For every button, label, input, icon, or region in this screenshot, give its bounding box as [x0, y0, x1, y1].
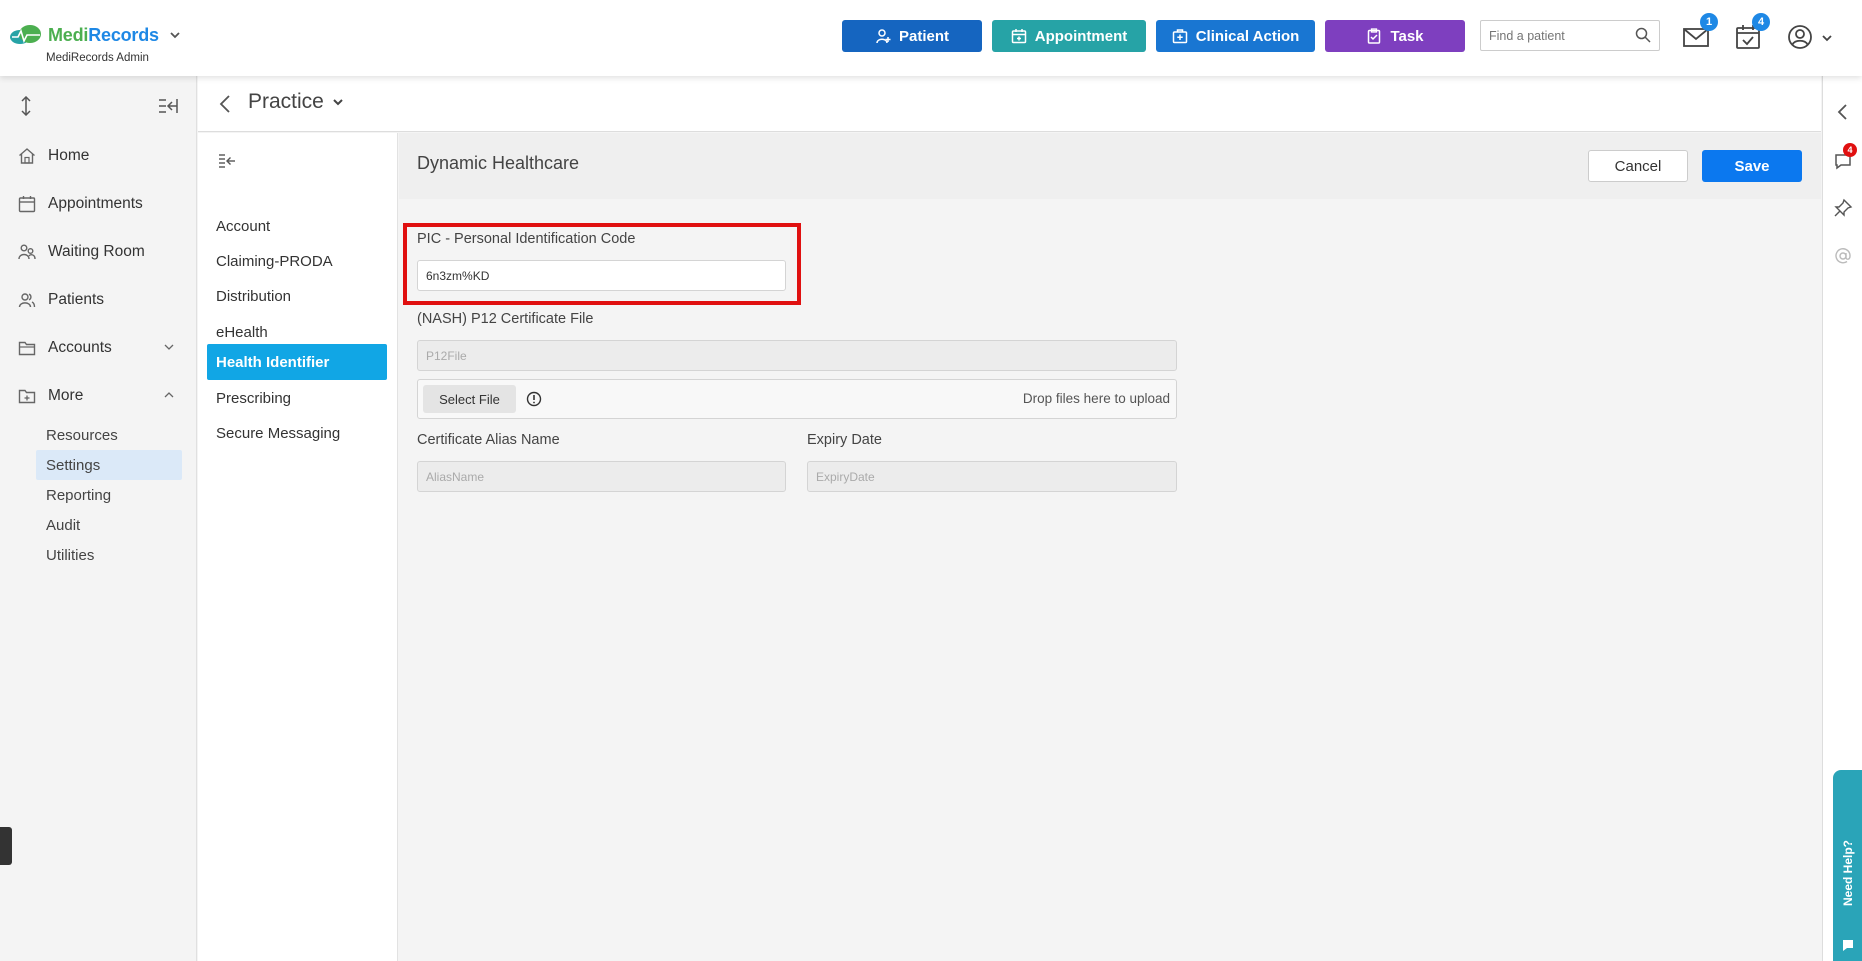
home-icon [19, 148, 35, 164]
sidebar-subitem-settings[interactable]: Settings [36, 450, 182, 480]
app-logo[interactable]: MediRecords [8, 24, 181, 46]
resize-vertical-icon[interactable] [19, 96, 33, 116]
cancel-button[interactable]: Cancel [1588, 150, 1688, 182]
sidebar-item-accounts[interactable]: Accounts [0, 324, 196, 372]
messages-badge: 1 [1700, 13, 1718, 31]
settings-nav-health-identifier[interactable]: Health Identifier [207, 344, 387, 380]
patient-button-label: Patient [898, 27, 949, 45]
sidebar-item-more[interactable]: More [0, 372, 196, 420]
expiry-date-field[interactable]: ExpiryDate [807, 461, 1177, 492]
sidebar-item-label: Patients [48, 291, 105, 308]
chevron-up-icon [164, 392, 174, 398]
logo-text: MediRecords [48, 24, 159, 45]
new-patient-button[interactable]: Patient [842, 20, 982, 52]
certificate-file-field[interactable]: P12File [417, 340, 1177, 371]
chevron-down-icon [333, 99, 343, 106]
new-task-button[interactable]: Task [1325, 20, 1465, 52]
app-subtitle: MediRecords Admin [46, 52, 149, 64]
patient-search [1480, 20, 1660, 51]
chevron-down-icon [164, 344, 174, 350]
info-icon[interactable] [526, 391, 542, 407]
select-file-button[interactable]: Select File [423, 385, 516, 413]
folder-plus-icon [18, 389, 36, 404]
top-bar: MediRecords MediRecords Admin Patient Ap… [0, 0, 1862, 76]
sidebar-item-label: More [48, 387, 84, 404]
sidebar-item-label: Appointments [48, 195, 143, 212]
chat-badge: 4 [1843, 143, 1857, 157]
new-appointment-button[interactable]: Appointment [992, 20, 1146, 52]
settings-content: Dynamic Healthcare Cancel Save PIC - Per… [399, 133, 1821, 961]
sidebar-item-label: Accounts [48, 339, 112, 356]
settings-nav-secure-messaging[interactable]: Secure Messaging [207, 415, 387, 451]
practice-name: Dynamic Healthcare [417, 153, 580, 173]
user-menu[interactable] [1787, 22, 1835, 52]
alias-name-field[interactable]: AliasName [417, 461, 786, 492]
pic-field[interactable]: 6n3zm%KD [417, 260, 786, 291]
settings-nav-distribution[interactable]: Distribution [207, 278, 387, 314]
page-title: Practice [248, 90, 324, 113]
messages-button[interactable]: 1 [1682, 13, 1718, 52]
appointment-button-label: Appointment [1034, 27, 1128, 45]
sidebar-tools [0, 76, 196, 132]
sidebar-item-home[interactable]: Home [0, 132, 196, 180]
settings-nav-account[interactable]: Account [207, 208, 387, 244]
alias-label: Certificate Alias Name [417, 432, 560, 448]
sidebar-item-waiting-room[interactable]: Waiting Room [0, 228, 196, 276]
main-sidebar: Home Appointments Waiting Room Patients … [0, 76, 197, 961]
add-user-icon [876, 29, 891, 44]
clipboard-check-icon [1368, 28, 1381, 44]
folder-icon [18, 341, 36, 356]
tasks-button[interactable]: 4 [1735, 13, 1770, 52]
need-help-tab[interactable]: Need Help? [1833, 770, 1862, 961]
sidebar-item-patients[interactable]: Patients [0, 276, 196, 324]
file-upload-area[interactable]: Select File Drop files here to upload [417, 379, 1177, 419]
need-help-label: Need Help? [1841, 839, 1855, 906]
users-icon [18, 293, 36, 308]
at-sign-icon[interactable] [1833, 246, 1853, 266]
chevron-down-icon [1822, 35, 1832, 42]
tasks-badge: 4 [1752, 13, 1770, 31]
page-title-dropdown[interactable]: Practice [248, 90, 344, 114]
sidebar-item-label: Waiting Room [48, 243, 145, 260]
settings-nav-prescribing[interactable]: Prescribing [207, 380, 387, 416]
expiry-label: Expiry Date [807, 432, 882, 448]
certificate-label: (NASH) P12 Certificate File [417, 311, 594, 327]
waiting-room-icon [18, 244, 36, 260]
pic-label: PIC - Personal Identification Code [417, 231, 636, 247]
collapse-nav-icon[interactable] [218, 153, 236, 169]
side-tool-tab[interactable] [0, 827, 12, 865]
calendar-plus-icon [1011, 29, 1026, 44]
sidebar-subitem-audit[interactable]: Audit [0, 510, 182, 540]
cloud-logo-icon [10, 25, 41, 44]
sidebar-item-label: Home [48, 147, 90, 164]
pin-icon[interactable] [1833, 198, 1853, 218]
chevron-left-icon[interactable] [1833, 102, 1853, 122]
sidebar-subitem-resources[interactable]: Resources [0, 420, 182, 450]
settings-nav-claiming-proda[interactable]: Claiming-PRODA [207, 243, 387, 279]
settings-nav: Account Claiming-PRODA Distribution eHea… [198, 133, 398, 961]
task-button-label: Task [1390, 27, 1424, 45]
save-button[interactable]: Save [1702, 150, 1802, 182]
sidebar-subitem-reporting[interactable]: Reporting [0, 480, 182, 510]
calendar-icon [18, 196, 36, 213]
back-arrow-icon[interactable] [218, 94, 232, 114]
page-header: Practice [198, 76, 1821, 132]
user-avatar-icon [1788, 25, 1812, 49]
search-icon[interactable] [1635, 27, 1651, 43]
search-input[interactable] [1481, 21, 1621, 50]
content-header: Dynamic Healthcare Cancel Save [399, 133, 1821, 199]
new-clinical-action-button[interactable]: Clinical Action [1156, 20, 1315, 52]
drop-zone-text: Drop files here to upload [1022, 391, 1170, 406]
collapse-sidebar-icon[interactable] [158, 98, 178, 114]
sidebar-item-appointments[interactable]: Appointments [0, 180, 196, 228]
medical-kit-icon [1172, 29, 1187, 44]
chevron-down-icon[interactable] [169, 29, 181, 41]
sidebar-subitem-utilities[interactable]: Utilities [0, 540, 182, 570]
chat-bubble-icon [1843, 940, 1853, 951]
clinical-action-button-label: Clinical Action [1195, 27, 1300, 45]
chat-button[interactable]: 4 [1833, 143, 1857, 171]
